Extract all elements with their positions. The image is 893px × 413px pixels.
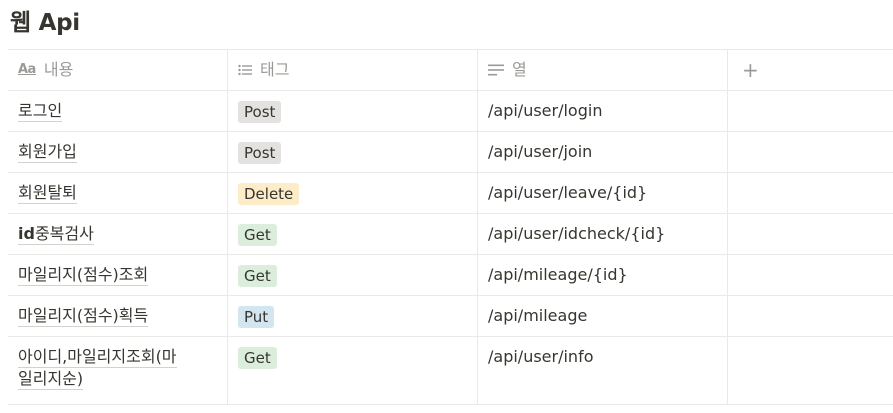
tag-cell[interactable]: Get bbox=[228, 214, 478, 254]
name-cell[interactable]: 마일리지(점수)획득 bbox=[8, 296, 228, 336]
column-header-column[interactable]: 열 bbox=[478, 50, 728, 90]
tag-badge: Post bbox=[238, 142, 282, 164]
name-cell[interactable]: 아이디,마일리지조회(마 일리지순) bbox=[8, 337, 228, 404]
api-path: /api/user/info bbox=[488, 347, 594, 366]
column-header-tag[interactable]: 태그 bbox=[228, 50, 478, 90]
empty-cell[interactable] bbox=[728, 91, 893, 131]
api-path: /api/user/join bbox=[488, 142, 593, 161]
table-header-row: Aa 내용 태그 열 + bbox=[8, 50, 893, 91]
name-cell[interactable]: 회원가입 bbox=[8, 132, 228, 172]
name-cell[interactable]: 마일리지(점수)조회 bbox=[8, 255, 228, 295]
empty-cell[interactable] bbox=[728, 132, 893, 172]
tag-cell[interactable]: Post bbox=[228, 132, 478, 172]
table-row[interactable]: 아이디,마일리지조회(마 일리지순) Get /api/user/info bbox=[8, 337, 893, 405]
plus-icon[interactable]: + bbox=[738, 59, 759, 81]
aa-text-icon: Aa bbox=[18, 62, 36, 77]
name-cell[interactable]: id중복검사 bbox=[8, 214, 228, 254]
row-title[interactable]: id중복검사 bbox=[18, 224, 94, 245]
empty-cell[interactable] bbox=[728, 173, 893, 213]
tag-badge: Get bbox=[238, 224, 277, 246]
tag-cell[interactable]: Get bbox=[228, 255, 478, 295]
notion-database-page: 웹 Api Aa 내용 태그 열 + 로그인 Post /api/user/lo… bbox=[0, 0, 893, 413]
text-lines-icon bbox=[488, 64, 504, 76]
row-title[interactable]: 마일리지(점수)획득 bbox=[18, 306, 149, 327]
page-title: 웹 Api bbox=[10, 10, 80, 36]
table-row[interactable]: 마일리지(점수)획득 Put /api/mileage bbox=[8, 296, 893, 337]
row-title[interactable]: 아이디,마일리지조회(마 bbox=[18, 347, 177, 368]
path-cell[interactable]: /api/user/login bbox=[478, 91, 728, 131]
database-table: Aa 내용 태그 열 + 로그인 Post /api/user/login 회원… bbox=[8, 49, 893, 405]
table-row[interactable]: id중복검사 Get /api/user/idcheck/{id} bbox=[8, 214, 893, 255]
api-path: /api/mileage bbox=[488, 306, 588, 325]
tag-badge: Get bbox=[238, 347, 277, 369]
api-path: /api/mileage/{id} bbox=[488, 265, 628, 284]
empty-cell[interactable] bbox=[728, 255, 893, 295]
path-cell[interactable]: /api/user/info bbox=[478, 337, 728, 404]
table-row[interactable]: 회원탈퇴 Delete /api/user/leave/{id} bbox=[8, 173, 893, 214]
table-row[interactable]: 회원가입 Post /api/user/join bbox=[8, 132, 893, 173]
row-title[interactable]: 로그인 bbox=[18, 101, 63, 122]
table-row[interactable]: 마일리지(점수)조회 Get /api/mileage/{id} bbox=[8, 255, 893, 296]
row-title-continued[interactable]: 일리지순) bbox=[18, 369, 84, 390]
name-cell[interactable]: 회원탈퇴 bbox=[8, 173, 228, 213]
tag-cell[interactable]: Put bbox=[228, 296, 478, 336]
api-path: /api/user/leave/{id} bbox=[488, 183, 648, 202]
row-title[interactable]: 회원가입 bbox=[18, 142, 77, 163]
list-icon bbox=[238, 64, 252, 76]
path-cell[interactable]: /api/user/join bbox=[478, 132, 728, 172]
column-header-label: 태그 bbox=[260, 60, 290, 79]
tag-cell[interactable]: Delete bbox=[228, 173, 478, 213]
tag-cell[interactable]: Post bbox=[228, 91, 478, 131]
add-column-cell[interactable]: + bbox=[728, 50, 893, 90]
tag-badge: Put bbox=[238, 306, 275, 328]
column-header-label: 내용 bbox=[43, 60, 74, 79]
row-title[interactable]: 마일리지(점수)조회 bbox=[18, 265, 149, 286]
column-header-name[interactable]: Aa 내용 bbox=[8, 50, 228, 90]
empty-cell[interactable] bbox=[728, 296, 893, 336]
table-row[interactable]: 로그인 Post /api/user/login bbox=[8, 91, 893, 132]
tag-badge: Delete bbox=[238, 183, 300, 205]
empty-cell[interactable] bbox=[728, 337, 893, 404]
path-cell[interactable]: /api/user/idcheck/{id} bbox=[478, 214, 728, 254]
path-cell[interactable]: /api/mileage/{id} bbox=[478, 255, 728, 295]
tag-badge: Get bbox=[238, 265, 277, 287]
path-cell[interactable]: /api/user/leave/{id} bbox=[478, 173, 728, 213]
api-path: /api/user/login bbox=[488, 101, 603, 120]
row-title[interactable]: 회원탈퇴 bbox=[18, 183, 77, 204]
tag-cell[interactable]: Get bbox=[228, 337, 478, 404]
name-cell[interactable]: 로그인 bbox=[8, 91, 228, 131]
api-path: /api/user/idcheck/{id} bbox=[488, 224, 666, 243]
column-header-label: 열 bbox=[512, 60, 527, 79]
path-cell[interactable]: /api/mileage bbox=[478, 296, 728, 336]
tag-badge: Post bbox=[238, 101, 282, 123]
empty-cell[interactable] bbox=[728, 214, 893, 254]
